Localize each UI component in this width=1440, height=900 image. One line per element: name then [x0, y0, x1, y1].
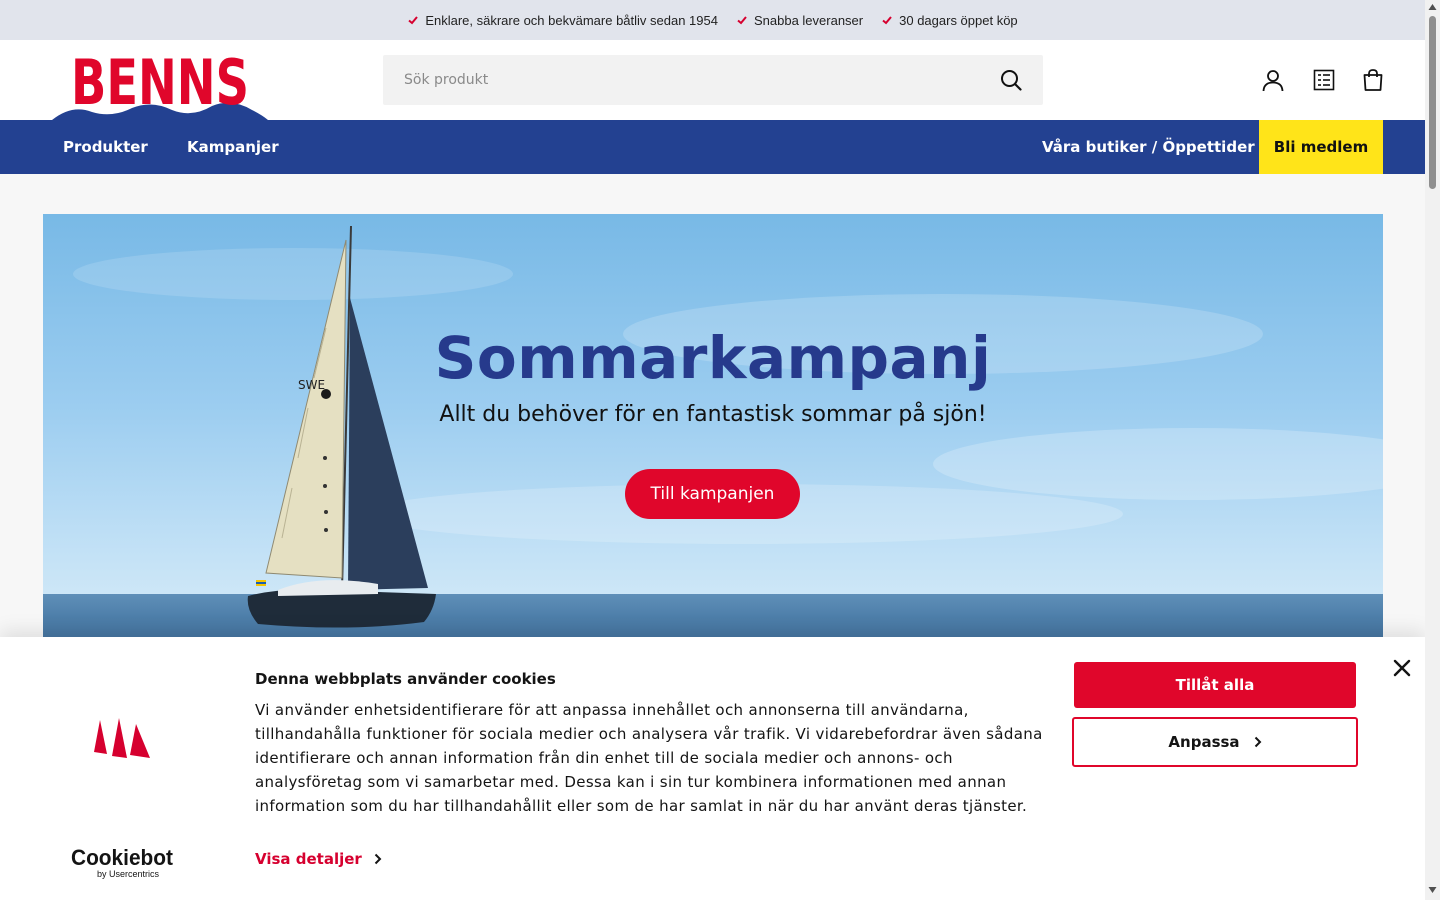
check-icon: [882, 16, 892, 25]
cookiebot-sub: by Usercentrics: [97, 869, 160, 879]
cookie-body: Vi använder enhetsidentifierare för att …: [255, 701, 1043, 815]
logo-wordmark: BENNS: [71, 52, 249, 119]
main-nav: Produkter Kampanjer Våra butiker / Öppet…: [0, 120, 1425, 174]
campaign-cta-button[interactable]: Till kampanjen: [625, 469, 800, 519]
search-bar[interactable]: [383, 55, 1043, 105]
cookiebot-logo: Cookiebot by Usercentrics: [71, 845, 174, 879]
nav-produkter[interactable]: Produkter: [63, 120, 148, 174]
scrollbar-thumb[interactable]: [1429, 16, 1436, 189]
user-icon[interactable]: [1261, 68, 1285, 92]
search-icon[interactable]: [1000, 69, 1022, 91]
cart-icon[interactable]: [1361, 68, 1385, 92]
customize-button[interactable]: Anpassa: [1072, 717, 1358, 767]
benns-logo[interactable]: BENNS: [52, 52, 268, 122]
allow-all-button[interactable]: Tillåt alla: [1074, 662, 1356, 708]
cookie-banner: Cookiebot by Usercentrics Denna webbplat…: [0, 637, 1425, 900]
usp-item: 30 dagars öppet köp: [881, 13, 1018, 28]
sailboat-image: SWE: [247, 225, 436, 628]
benns-sail-logo-icon: [94, 718, 150, 758]
chevron-right-icon: [1254, 736, 1261, 748]
usp-text: Enklare, säkrare och bekvämare båtliv se…: [425, 12, 718, 28]
cookiebot-wordmark: Cookiebot: [71, 845, 174, 870]
hero-subtitle: Allt du behöver för en fantastisk sommar…: [439, 402, 987, 427]
usp-text: Snabba leveranser: [753, 12, 864, 28]
check-icon: [408, 16, 419, 25]
site-header: BENNS: [0, 40, 1425, 120]
close-icon[interactable]: [1393, 659, 1411, 677]
usp-item: Enklare, säkrare och bekvämare båtliv se…: [407, 13, 718, 28]
usp-bar: Enklare, säkrare och bekvämare båtliv se…: [0, 0, 1425, 40]
usp-text: 30 dagars öppet köp: [899, 12, 1018, 28]
scroll-down-arrow-icon[interactable]: [1428, 886, 1437, 894]
chevron-right-icon: [374, 853, 382, 865]
hero-banner[interactable]: SWE Sommarkampanj Allt du behöver för en…: [43, 214, 1383, 644]
customize-label: Anpassa: [1168, 733, 1240, 751]
scroll-up-arrow-icon[interactable]: [1428, 3, 1437, 11]
show-details-label: Visa detaljer: [255, 850, 362, 868]
nav-stores-link[interactable]: Våra butiker / Öppettider: [1042, 120, 1255, 174]
check-icon: [737, 16, 747, 25]
show-details-link[interactable]: Visa detaljer: [255, 850, 382, 868]
cookie-title: Denna webbplats använder cookies: [255, 670, 556, 688]
wishlist-icon[interactable]: [1312, 68, 1336, 92]
hero-title: Sommarkampanj: [434, 324, 992, 392]
usp-item: Snabba leveranser: [736, 13, 863, 28]
search-input[interactable]: [404, 72, 1000, 88]
nav-kampanjer[interactable]: Kampanjer: [187, 120, 279, 174]
become-member-button[interactable]: Bli medlem: [1259, 120, 1383, 174]
